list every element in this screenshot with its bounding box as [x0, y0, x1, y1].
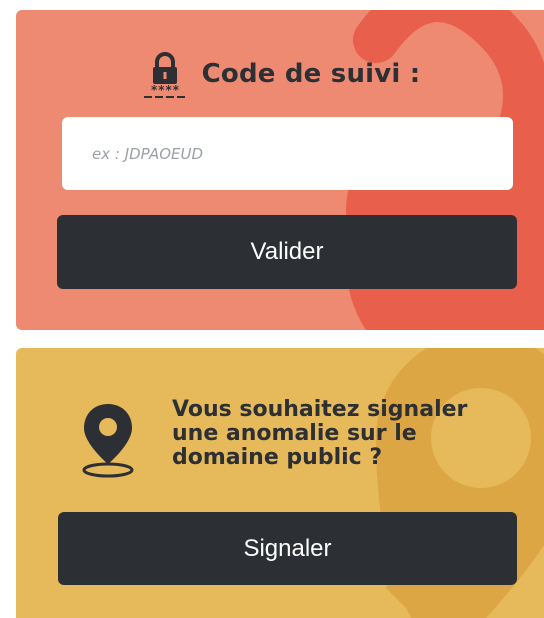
tracking-title-row: **** Code de suivi : — [16, 50, 544, 98]
map-pin-icon — [78, 402, 138, 478]
report-text-line-1: Vous souhaitez signaler — [172, 397, 468, 422]
report-text-line-2: une anomalie sur le — [172, 421, 417, 446]
validate-button[interactable]: Valider — [57, 215, 517, 289]
report-card: Vous souhaitez signaler une anomalie sur… — [16, 348, 544, 618]
tracking-card: **** Code de suivi : Valider — [16, 10, 544, 330]
report-message-row: Vous souhaitez signaler une anomalie sur… — [78, 398, 502, 478]
report-text-line-3: domaine public ? — [172, 445, 383, 470]
report-message: Vous souhaitez signaler une anomalie sur… — [172, 398, 502, 470]
lock-icon: **** — [140, 50, 190, 98]
lock-stars: **** — [150, 83, 179, 97]
tracking-title: Code de suivi : — [201, 59, 421, 89]
tracking-code-input[interactable] — [62, 117, 513, 190]
report-button[interactable]: Signaler — [58, 512, 517, 585]
